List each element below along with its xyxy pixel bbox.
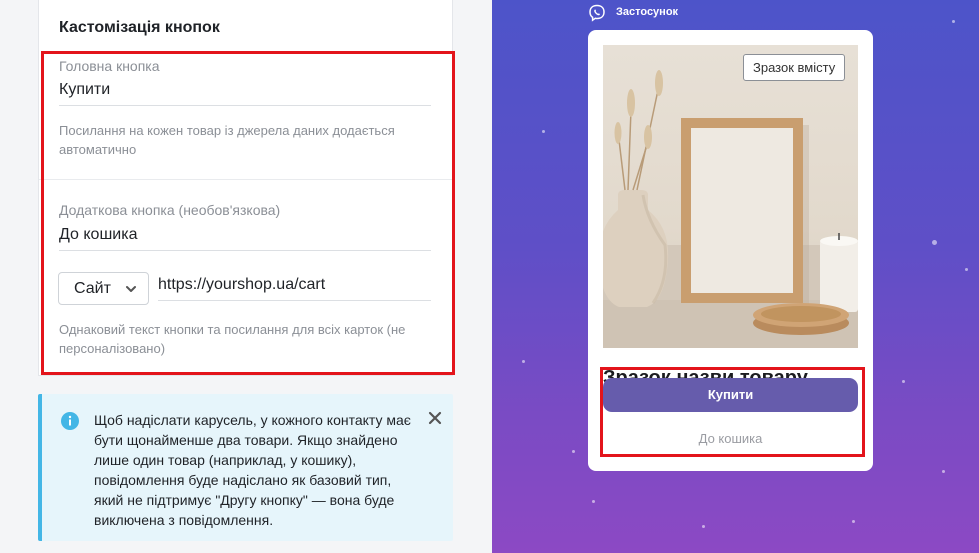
info-icon [61, 412, 79, 430]
star [572, 450, 575, 453]
highlight-frame-buttons [600, 367, 865, 457]
close-icon[interactable] [428, 411, 442, 425]
star [852, 520, 855, 523]
viber-icon [589, 4, 605, 22]
settings-panel: Кастомізація кнопок Головна кнопка Купит… [0, 0, 492, 553]
app-name: Застосунок [616, 6, 679, 18]
star [592, 500, 595, 503]
product-image: Зразок вмісту [603, 45, 858, 348]
highlight-frame-settings [41, 51, 455, 375]
card-title: Кастомізація кнопок [59, 19, 220, 36]
star [942, 470, 945, 473]
preview-panel: Застосунок Зразок вмісту Купити До кошик… [492, 0, 979, 553]
star [902, 380, 905, 383]
star [522, 360, 525, 363]
star [542, 130, 545, 133]
product-illustration [603, 70, 858, 348]
star [932, 240, 937, 245]
star [952, 20, 955, 23]
star [965, 268, 968, 271]
info-text: Щоб надіслати карусель, у кожного контак… [94, 412, 411, 528]
info-notice: Щоб надіслати карусель, у кожного контак… [38, 394, 453, 541]
star [702, 525, 705, 528]
sample-content-badge: Зразок вмісту [743, 54, 846, 81]
